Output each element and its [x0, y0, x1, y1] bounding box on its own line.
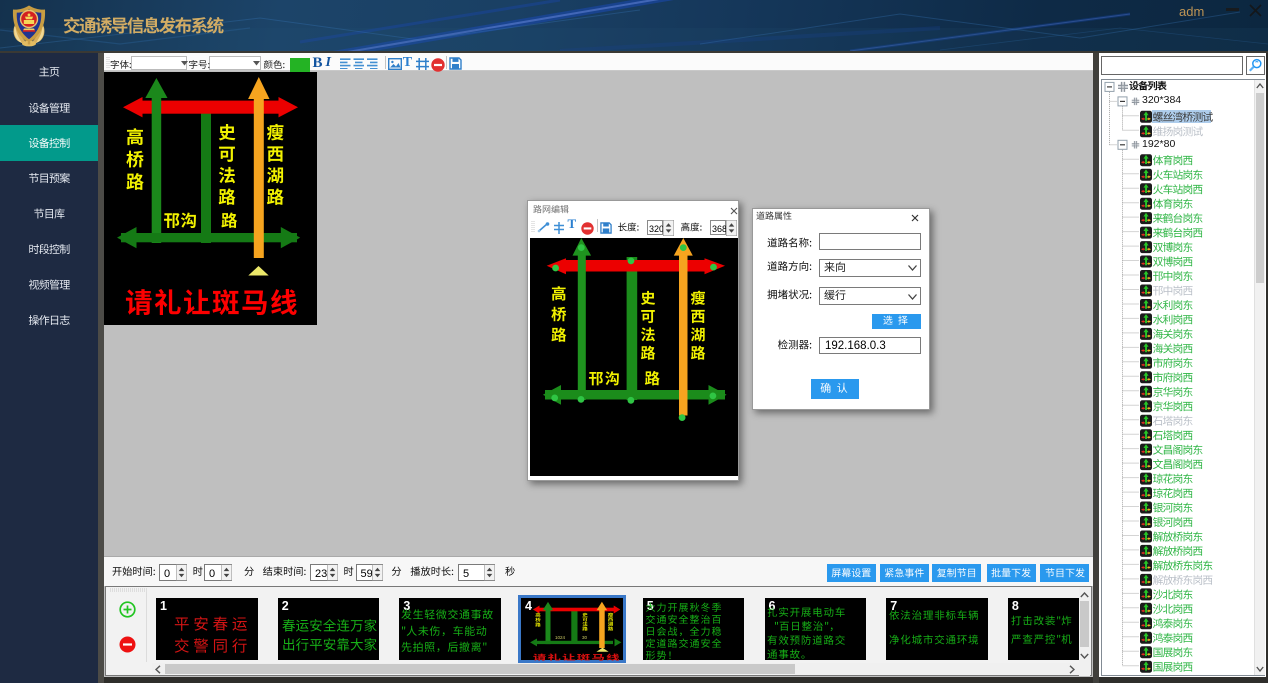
- svg-text:30: 30: [582, 635, 588, 640]
- svg-text:1024: 1024: [555, 635, 566, 640]
